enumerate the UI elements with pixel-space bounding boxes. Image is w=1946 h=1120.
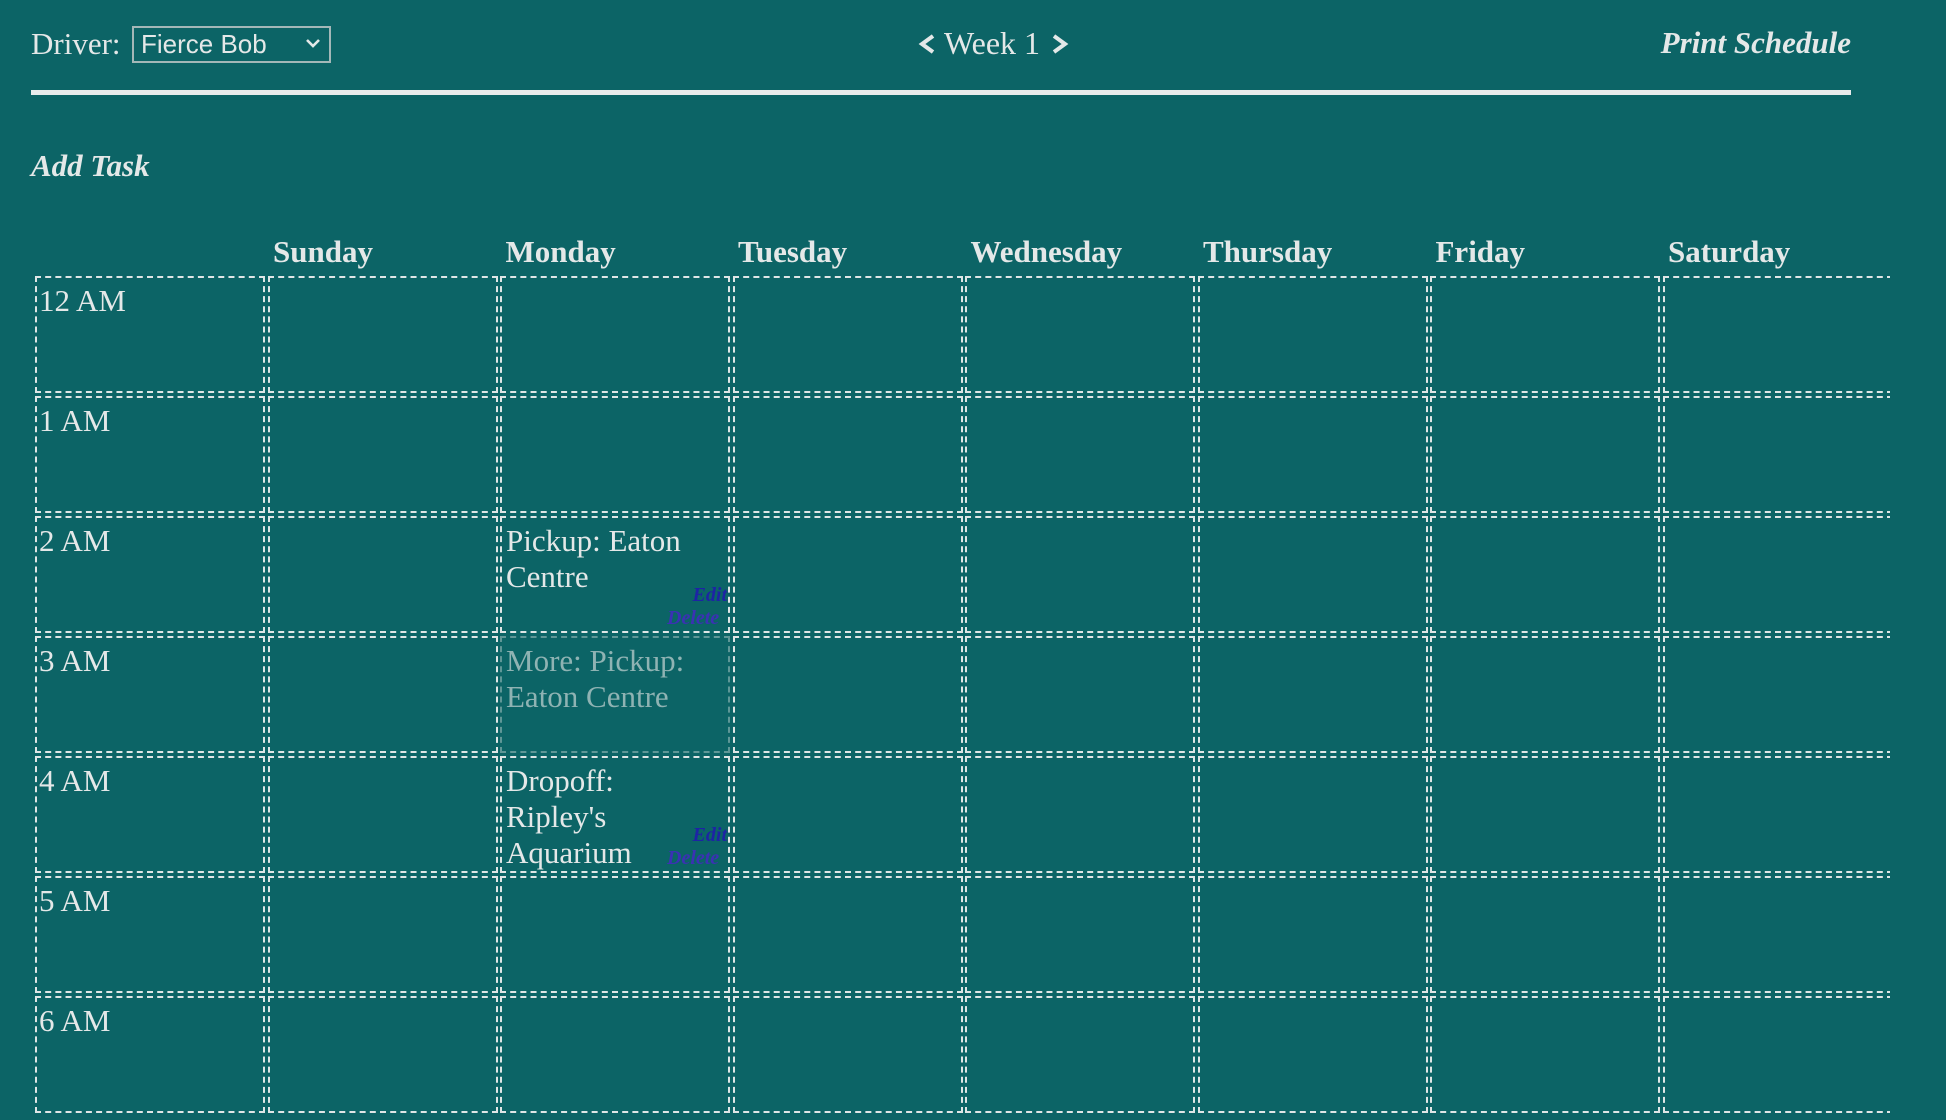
day-header-wednesday: Wednesday bbox=[970, 234, 1123, 269]
schedule-slot[interactable] bbox=[1430, 756, 1660, 873]
schedule-slot[interactable] bbox=[1662, 636, 1890, 753]
schedule-slot[interactable] bbox=[732, 756, 963, 873]
schedule-slot[interactable] bbox=[732, 276, 963, 393]
task-delete-link[interactable]: Delete bbox=[667, 847, 727, 870]
time-label: 2 AM bbox=[39, 523, 111, 558]
day-header-sunday: Sunday bbox=[273, 234, 373, 269]
schedule-slot[interactable] bbox=[267, 756, 498, 873]
schedule-slot[interactable] bbox=[1197, 756, 1428, 873]
schedule-slot[interactable] bbox=[1662, 876, 1890, 993]
time-cell: 12 AM bbox=[35, 276, 265, 393]
schedule-slot[interactable] bbox=[500, 996, 730, 1113]
schedule-slot[interactable] bbox=[267, 876, 498, 993]
day-header-monday: Monday bbox=[505, 234, 616, 269]
chevron-right-icon bbox=[1052, 33, 1069, 54]
schedule-slot[interactable] bbox=[1662, 756, 1890, 873]
schedule-slot[interactable] bbox=[732, 516, 963, 633]
schedule-slot[interactable] bbox=[1197, 276, 1428, 393]
schedule-slot[interactable] bbox=[1430, 516, 1660, 633]
task-delete-link[interactable]: Delete bbox=[667, 607, 727, 630]
print-schedule-link[interactable]: Print Schedule bbox=[1661, 25, 1851, 61]
schedule-slot[interactable] bbox=[732, 636, 963, 753]
schedule-slot[interactable] bbox=[965, 876, 1195, 993]
schedule-slot[interactable] bbox=[500, 396, 730, 513]
schedule-slot[interactable] bbox=[1197, 876, 1428, 993]
schedule-slot[interactable] bbox=[1197, 516, 1428, 633]
time-label: 6 AM bbox=[39, 1003, 111, 1038]
time-cell: 1 AM bbox=[35, 396, 265, 513]
schedule-grid: 12 AM 1 AM 2 AM Pickup: Eaton Centre Edit Del… bbox=[35, 276, 1890, 1120]
schedule-slot[interactable] bbox=[965, 276, 1195, 393]
task-continuation-text: More: Pickup: Eaton Centre bbox=[506, 643, 685, 714]
schedule-slot[interactable] bbox=[1662, 276, 1890, 393]
schedule-slot[interactable] bbox=[267, 276, 498, 393]
time-label: 1 AM bbox=[39, 403, 111, 438]
chevron-left-icon bbox=[918, 33, 935, 54]
time-label: 5 AM bbox=[39, 883, 111, 918]
next-week-button[interactable] bbox=[1049, 31, 1071, 57]
day-header-tuesday: Tuesday bbox=[738, 234, 848, 269]
schedule-slot[interactable] bbox=[267, 636, 498, 753]
task-edit-link[interactable]: Edit bbox=[693, 824, 727, 847]
time-label: 4 AM bbox=[39, 763, 111, 798]
time-label: 3 AM bbox=[39, 643, 111, 678]
schedule-slot[interactable] bbox=[500, 276, 730, 393]
chevron-down-icon bbox=[306, 39, 320, 48]
schedule-slot[interactable] bbox=[732, 876, 963, 993]
time-cell: 5 AM bbox=[35, 876, 265, 993]
schedule-slot[interactable] bbox=[1430, 396, 1660, 513]
top-toolbar: Driver: Fierce Bob Week 1 Print Schedule bbox=[31, 0, 1851, 95]
schedule-slot[interactable] bbox=[965, 396, 1195, 513]
schedule-slot[interactable] bbox=[1662, 516, 1890, 633]
time-label: 12 AM bbox=[39, 283, 126, 318]
schedule-slot[interactable] bbox=[965, 996, 1195, 1113]
week-label: Week 1 bbox=[944, 25, 1041, 61]
time-cell: 2 AM bbox=[35, 516, 265, 633]
day-header-friday: Friday bbox=[1435, 234, 1526, 269]
schedule-slot[interactable] bbox=[732, 996, 963, 1113]
driver-select[interactable]: Fierce Bob bbox=[132, 26, 331, 63]
schedule-slot[interactable] bbox=[965, 516, 1195, 633]
schedule-slot[interactable] bbox=[1662, 996, 1890, 1113]
schedule-slot[interactable] bbox=[267, 996, 498, 1113]
schedule-slot[interactable] bbox=[267, 396, 498, 513]
schedule-slot[interactable] bbox=[1197, 996, 1428, 1113]
schedule-slot[interactable] bbox=[1430, 876, 1660, 993]
task-continuation-slot[interactable]: More: Pickup: Eaton Centre bbox=[500, 636, 730, 753]
time-cell: 3 AM bbox=[35, 636, 265, 753]
driver-label: Driver: bbox=[31, 26, 121, 61]
schedule-slot[interactable] bbox=[1430, 636, 1660, 753]
task-slot[interactable]: Pickup: Eaton Centre Edit Delete bbox=[500, 516, 730, 633]
task-slot[interactable]: Dropoff: Ripley's Aquarium Edit Delete bbox=[500, 756, 730, 873]
day-header-thursday: Thursday bbox=[1203, 234, 1333, 269]
driver-select-value: Fierce Bob bbox=[141, 29, 267, 59]
time-cell: 4 AM bbox=[35, 756, 265, 873]
day-header-saturday: Saturday bbox=[1668, 234, 1791, 269]
schedule-slot[interactable] bbox=[1430, 276, 1660, 393]
task-edit-link[interactable]: Edit bbox=[693, 584, 727, 607]
schedule-slot[interactable] bbox=[732, 396, 963, 513]
schedule-slot[interactable] bbox=[1197, 636, 1428, 753]
schedule-slot[interactable] bbox=[1430, 996, 1660, 1113]
time-cell: 6 AM bbox=[35, 996, 265, 1113]
schedule-slot[interactable] bbox=[500, 876, 730, 993]
schedule-slot[interactable] bbox=[267, 516, 498, 633]
schedule-slot[interactable] bbox=[965, 636, 1195, 753]
prev-week-button[interactable] bbox=[916, 31, 938, 57]
schedule-slot[interactable] bbox=[965, 756, 1195, 873]
week-navigator: Week 1 bbox=[916, 25, 1071, 62]
task-text: Pickup: Eaton Centre bbox=[506, 523, 681, 594]
schedule-slot[interactable] bbox=[1662, 396, 1890, 513]
schedule-slot[interactable] bbox=[1197, 396, 1428, 513]
add-task-link[interactable]: Add Task bbox=[31, 148, 150, 184]
